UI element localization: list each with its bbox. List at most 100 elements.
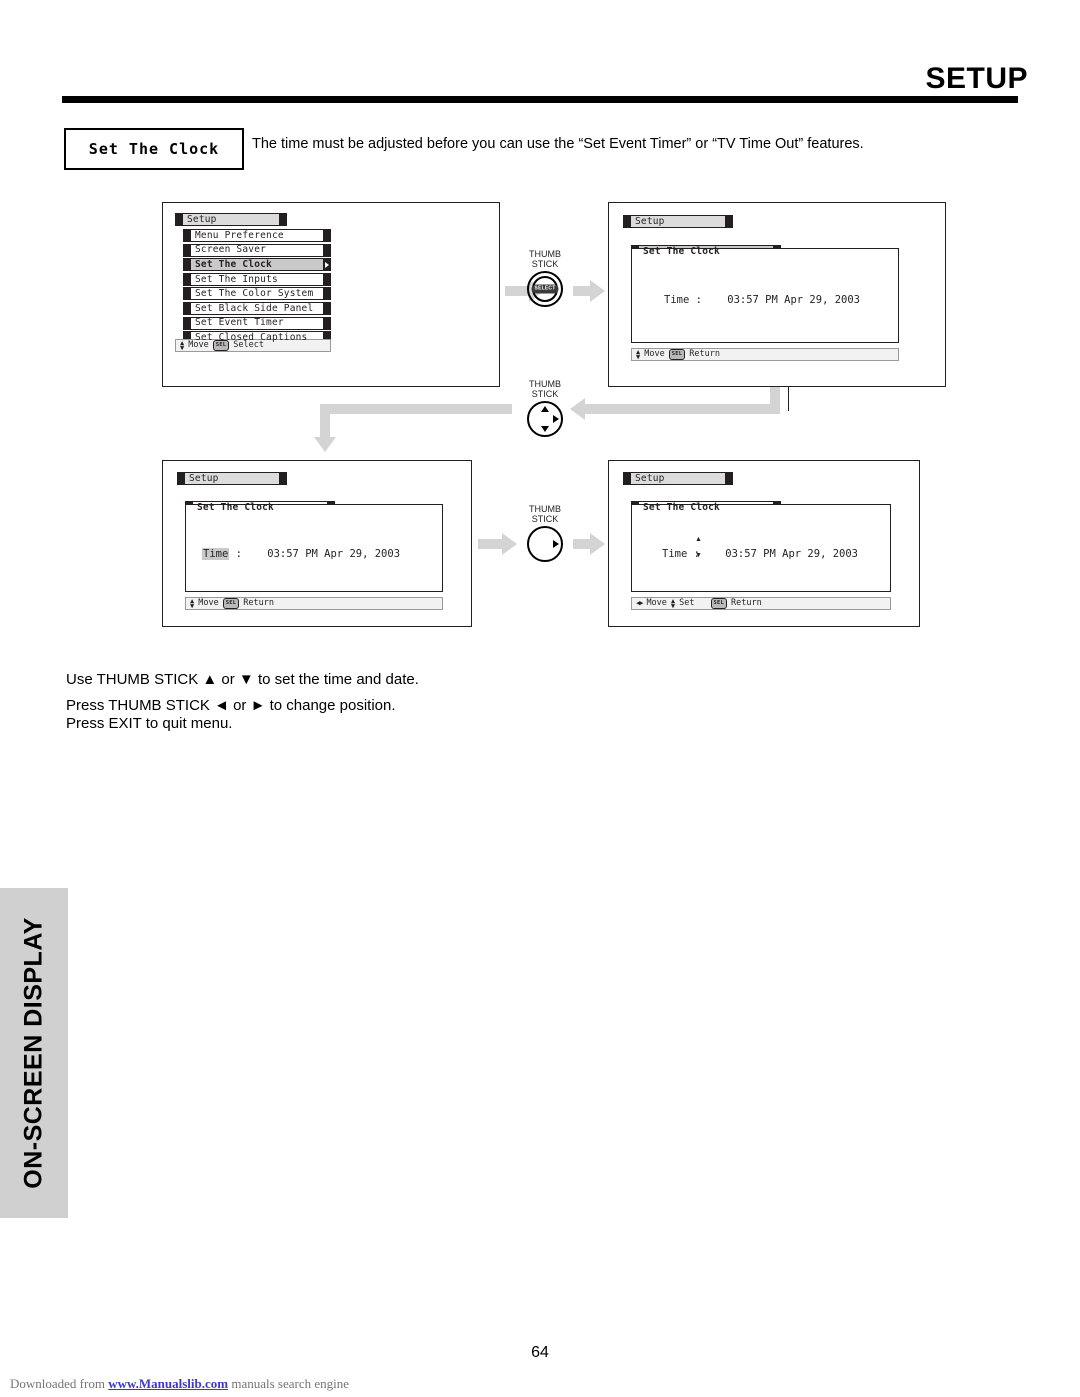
osd-footer-hints: ▲ ▼ Move SEL Return (185, 597, 443, 610)
menu-item-set-the-inputs[interactable]: Set The Inputs (183, 272, 331, 286)
up-down-arrows-icon: ▲ ▼ (636, 348, 641, 361)
bar-cap-right (323, 288, 330, 300)
title-rule (62, 96, 1018, 103)
up-down-arrows-icon: ▲ ▼ (670, 597, 676, 610)
osd-panel-clock-view: Setup Set The Clock Time : 03:57 PM Apr … (608, 202, 946, 387)
flow-line-6 (320, 404, 330, 437)
dial-right-arrow-icon[interactable] (553, 415, 559, 424)
download-prefix-text: Downloaded from (10, 1376, 109, 1391)
osd-title-text: Setup (187, 213, 217, 225)
instruction-line-1: Use THUMB STICK ▲ or ▼ to set the time a… (66, 671, 419, 688)
dial-up-arrow-icon[interactable] (541, 406, 549, 413)
side-tab-label: ON-SCREEN DISPLAY (19, 917, 48, 1189)
manualslib-link[interactable]: www.Manualslib.com (108, 1376, 228, 1391)
section-label-box: Set The Clock (64, 128, 244, 170)
bar-cap-right (279, 473, 286, 484)
osd-panel-clock-field-selected: Setup Set The Clock Time : 03:57 PM Apr … (162, 460, 472, 627)
osd-title-bar-setup: Setup (623, 472, 733, 485)
bar-cap-right (323, 244, 330, 256)
thumbstick-label-line2: STICK (531, 258, 559, 269)
hour-spinner[interactable]: ▲ ▼ (695, 536, 702, 559)
spinner-up-arrow-icon[interactable]: ▲ (695, 536, 702, 543)
sel-key-icon: SEL (222, 598, 240, 609)
thumbstick-right[interactable]: THUMB STICK (508, 504, 582, 563)
chevron-right-icon (325, 261, 329, 268)
osd-submenu-text: Set The Clock (197, 501, 274, 513)
page-title: SETUP (925, 62, 1028, 95)
instruction-line-2: Press THUMB STICK ◄ or ► to change posit… (66, 697, 396, 714)
usage-instructions: Use THUMB STICK ▲ or ▼ to set the time a… (66, 672, 419, 731)
section-label-text: Set The Clock (88, 140, 220, 158)
hint-move-label: Move (198, 598, 219, 609)
thumbstick-dial-icon[interactable] (527, 401, 563, 438)
osd-title-bar-setup: Setup (623, 215, 733, 228)
chevron-down-icon (772, 249, 778, 254)
menu-item-menu-preference[interactable]: Menu Preference (183, 229, 331, 242)
clock-time-label-highlighted[interactable]: Time (202, 548, 230, 560)
thumbstick-label-line2: STICK (531, 388, 559, 399)
flow-line-4 (585, 404, 780, 414)
section-intro-text: The time must be adjusted before you can… (252, 136, 864, 152)
download-suffix-text: manuals search engine (228, 1376, 350, 1391)
select-button-label[interactable]: SELECT (531, 284, 559, 294)
clock-time-label: Time : (664, 294, 702, 306)
bar-cap-right (323, 273, 330, 285)
dial-down-arrow-icon[interactable] (541, 426, 549, 433)
osd-submenu-text: Set The Clock (643, 245, 720, 257)
menu-item-screen-saver[interactable]: Screen Saver (183, 243, 331, 257)
clock-time-value: 03:57 PM Apr 29, 2003 (725, 548, 859, 560)
osd-title-text: Setup (189, 472, 219, 484)
menu-item-label: Set Black Side Panel (195, 302, 314, 314)
flow-arrowhead-6 (590, 533, 605, 555)
flow-line-5 (320, 404, 512, 414)
osd-footer-hints: ◀▶ Move ▲ ▼ Set SEL Return (631, 597, 891, 610)
bar-cap-right (323, 317, 330, 329)
menu-item-label: Set Closed Captions (195, 331, 308, 343)
left-right-arrows-icon: ◀▶ (636, 599, 644, 607)
thumbstick-select[interactable]: THUMB STICK SELECT (508, 249, 582, 308)
spinner-down-arrow-icon[interactable]: ▼ (695, 552, 702, 559)
osd-panel-setup-menu: Setup Menu Preference Screen Saver Set T… (162, 202, 500, 387)
hint-move-label: Move (644, 349, 665, 360)
bar-cap-right (725, 216, 732, 227)
clock-time-row: Time : 03:57 PM Apr 29, 2003 (202, 548, 400, 560)
hint-action-label: Return (243, 598, 274, 609)
osd-panel-clock-editing: Setup Set The Clock Time : 03:57 PM Apr … (608, 460, 920, 627)
menu-item-label: Menu Preference (195, 229, 284, 241)
thumbstick-label-line2: STICK (531, 513, 559, 524)
osd-clock-display-area: Time : 03:57 PM Apr 29, 2003 (631, 248, 899, 343)
flow-line-7 (478, 539, 502, 549)
hint-set-label: Set (679, 598, 695, 609)
menu-item-set-the-clock[interactable]: Set The Clock (183, 258, 331, 272)
thumbstick-directional[interactable]: THUMB STICK (508, 379, 582, 438)
flow-arrowhead-4 (314, 437, 336, 452)
bar-cap-right (725, 473, 732, 484)
menu-item-set-the-color-system[interactable]: Set The Color System (183, 287, 331, 301)
sel-key-icon: SEL (668, 349, 686, 360)
clock-time-colon: : (235, 548, 242, 560)
osd-title-text: Setup (635, 215, 665, 227)
menu-item-label: Set The Inputs (195, 273, 278, 285)
menu-item-set-event-timer[interactable]: Set Event Timer (183, 316, 331, 330)
osd-title-bar-setup: Setup (175, 213, 287, 226)
page-number: 64 (531, 1344, 549, 1361)
osd-flow-diagram: Setup Menu Preference Screen Saver Set T… (0, 190, 1080, 650)
bar-cap-right (323, 230, 330, 241)
clock-time-value: 03:57 PM Apr 29, 2003 (727, 294, 861, 306)
section-side-tab: ON-SCREEN DISPLAY (0, 888, 68, 1218)
clock-time-value: 03:57 PM Apr 29, 2003 (267, 548, 401, 560)
menu-item-set-black-side-panel[interactable]: Set Black Side Panel (183, 301, 331, 315)
dial-right-arrow-icon[interactable] (553, 540, 559, 549)
osd-title-bar-setup: Setup (177, 472, 287, 485)
osd-footer-hints: ▲ ▼ Move SEL Return (631, 348, 899, 361)
up-down-arrows-icon: ▲ ▼ (180, 339, 185, 352)
download-attribution: Downloaded from www.Manualslib.com manua… (10, 1376, 349, 1392)
hint-move-label: Move (646, 598, 667, 609)
thumbstick-dial-icon[interactable] (527, 526, 563, 563)
bar-cap-right (323, 302, 330, 314)
clock-time-row: Time : 03:57 PM Apr 29, 2003 (664, 294, 860, 306)
osd-clock-display-area: Time : 03:57 PM Apr 29, 2003 ▲ ▼ (631, 504, 891, 592)
bar-cap-right (279, 214, 286, 225)
menu-item-label: Set Event Timer (195, 317, 284, 329)
thumbstick-dial-icon[interactable]: SELECT (527, 271, 563, 308)
